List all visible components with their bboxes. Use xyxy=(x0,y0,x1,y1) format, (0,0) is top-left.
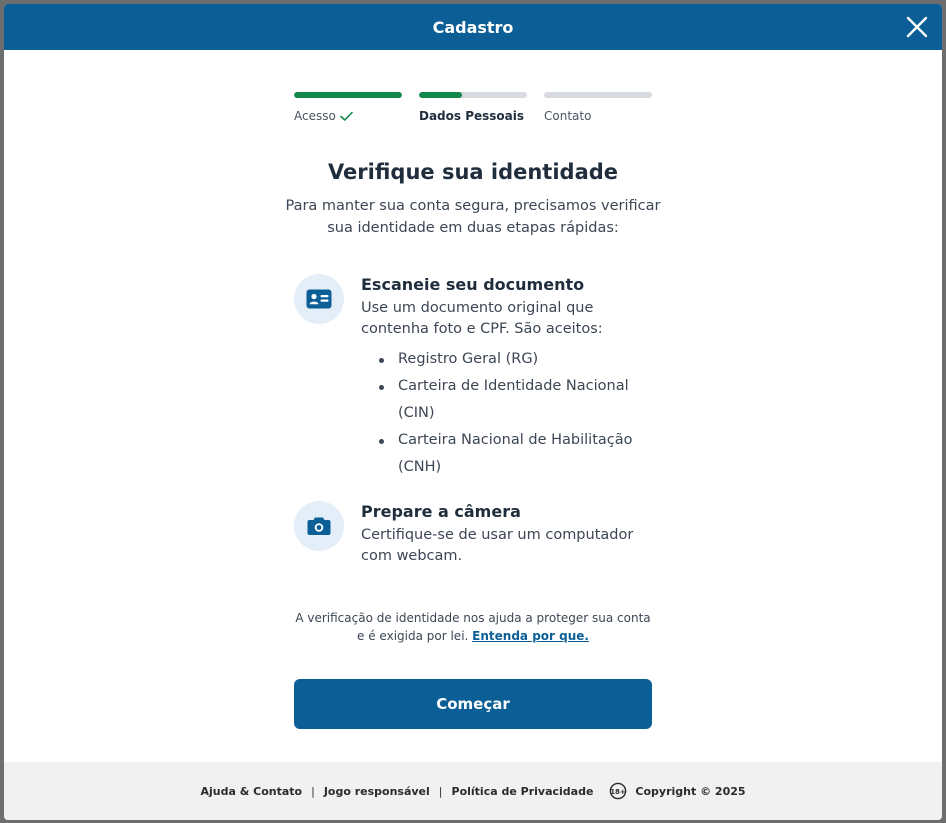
step-contato: Contato xyxy=(544,92,652,123)
progress-steps: Acesso Dados Pessoais Contato xyxy=(294,92,652,123)
step-contato-bar xyxy=(544,92,652,98)
step-dados-pessoais-fill xyxy=(419,92,463,98)
start-button[interactable]: Começar xyxy=(294,679,652,729)
step-acesso: Acesso xyxy=(294,92,402,123)
camera-icon-wrapper xyxy=(294,501,344,551)
close-icon xyxy=(906,16,928,38)
scan-document-title: Escaneie seu documento xyxy=(361,275,585,294)
registration-modal: Cadastro Acesso Dados Pessoais Contato V… xyxy=(4,4,942,820)
age-badge-text: 18+ xyxy=(611,788,627,796)
scan-document-text: Use um documento original que contenha f… xyxy=(361,300,603,337)
step-contato-label: Contato xyxy=(544,109,592,123)
step-acesso-label: Acesso xyxy=(294,109,402,123)
modal-header: Cadastro xyxy=(4,4,942,50)
step-dados-pessoais-label: Dados Pessoais xyxy=(419,109,525,123)
privacy-policy-link[interactable]: Política de Privacidade xyxy=(452,785,594,798)
footer-separator: | xyxy=(438,784,443,798)
id-card-icon xyxy=(306,289,332,309)
responsible-gaming-link[interactable]: Jogo responsável xyxy=(324,785,430,798)
age-18-icon: 18+ xyxy=(610,782,627,800)
step-dados-pessoais-bar xyxy=(419,92,527,98)
step-acesso-bar xyxy=(294,92,402,98)
step-acesso-fill xyxy=(294,92,402,98)
list-item: Carteira de Identidade Nacional (CIN) xyxy=(361,373,661,427)
learn-why-link[interactable]: Entenda por que. xyxy=(472,629,589,643)
accepted-documents-list: Registro Geral (RG) Carteira de Identida… xyxy=(361,346,661,481)
page-subtitle: Para manter sua conta segura, precisamos… xyxy=(285,198,661,236)
list-item: Registro Geral (RG) xyxy=(361,346,661,373)
prepare-camera-text: Certifique-se de usar um computador com … xyxy=(361,527,634,564)
footer-separator: | xyxy=(311,784,315,798)
camera-icon xyxy=(307,517,331,535)
close-button[interactable] xyxy=(904,14,930,40)
copyright-text: Copyright © 2025 xyxy=(635,784,746,798)
modal-title: Cadastro xyxy=(432,17,514,37)
checkmark-icon xyxy=(340,111,353,121)
step-dados-pessoais: Dados Pessoais xyxy=(419,92,527,123)
prepare-camera-body: Prepare a câmera Certifique-se de usar u… xyxy=(361,501,661,567)
list-item: Carteira Nacional de Habilitação (CNH) xyxy=(361,427,661,481)
scan-document-body: Escaneie seu documento Use um documento … xyxy=(361,274,661,481)
prepare-camera-title: Prepare a câmera xyxy=(361,502,521,521)
verification-note: A verificação de identidade nos ajuda a … xyxy=(290,609,656,645)
page-title: Verifique sua identidade xyxy=(327,160,619,184)
id-card-icon-wrapper xyxy=(294,274,344,324)
footer: Ajuda & Contato | Jogo responsável | Pol… xyxy=(4,762,942,820)
help-contact-link[interactable]: Ajuda & Contato xyxy=(200,785,302,798)
